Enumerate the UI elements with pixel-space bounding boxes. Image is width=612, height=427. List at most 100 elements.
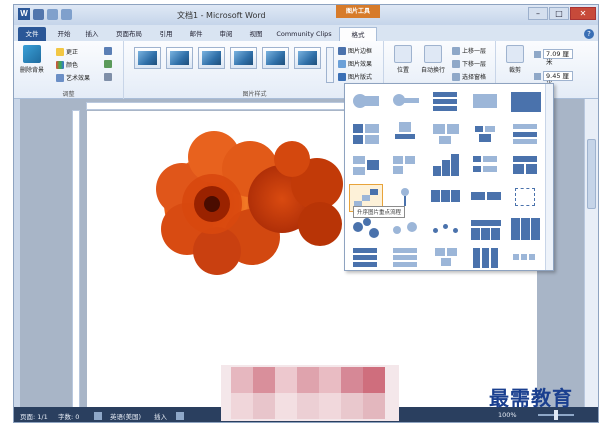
tab-review[interactable]: 审阅 [214, 27, 238, 41]
remove-background-button[interactable]: 删除背景 [17, 45, 47, 74]
vertical-scrollbar[interactable] [584, 99, 598, 411]
selection-pane-button[interactable]: 选择窗格 [452, 72, 486, 81]
language[interactable]: 英语(美国) [110, 411, 141, 421]
crop-label: 裁剪 [508, 67, 521, 74]
tab-mailings[interactable]: 邮件 [184, 27, 208, 41]
layout-option[interactable] [469, 246, 503, 274]
tab-file[interactable]: 文件 [18, 27, 46, 41]
layout-option[interactable] [469, 88, 503, 116]
height-input[interactable]: 7.09 厘米 [543, 49, 573, 66]
undo-icon[interactable] [47, 8, 58, 20]
layout-option[interactable] [349, 120, 383, 148]
corrections-icon [56, 47, 64, 56]
picture-style-thumb[interactable] [198, 47, 225, 69]
macro-icon[interactable] [176, 412, 184, 420]
wrap-text-button[interactable]: 自动换行 [418, 45, 448, 74]
send-backward-button[interactable]: 下移一层 [452, 59, 486, 68]
position-icon [394, 45, 412, 63]
width-field[interactable]: 9.45 厘米 [534, 71, 573, 88]
zoom-slider[interactable] [534, 410, 578, 420]
layout-option[interactable] [349, 246, 383, 274]
save-icon[interactable] [33, 8, 44, 20]
position-button[interactable]: 位置 [388, 45, 418, 74]
tab-view[interactable]: 视图 [244, 27, 268, 41]
bring-forward-icon [452, 46, 460, 55]
wrap-text-label: 自动换行 [420, 67, 445, 74]
zoom-level[interactable]: 100% [498, 411, 517, 419]
scrollbar-thumb[interactable] [587, 139, 596, 209]
layout-option[interactable] [469, 120, 503, 148]
picture-style-thumb[interactable] [134, 47, 161, 69]
layout-option[interactable] [349, 88, 383, 116]
layout-option[interactable] [349, 216, 383, 244]
color-icon [56, 60, 64, 69]
layout-option[interactable] [509, 216, 543, 244]
style-preview-image [138, 51, 157, 65]
picture-style-thumb[interactable] [294, 47, 321, 69]
selection-pane-icon [452, 72, 460, 81]
compress-pictures-button[interactable] [104, 47, 112, 55]
picture-layout-button[interactable]: 图片版式 [338, 72, 372, 81]
layout-option[interactable] [389, 88, 423, 116]
layout-option[interactable] [469, 184, 503, 212]
word-count[interactable]: 字数: 0 [58, 411, 79, 421]
redo-icon[interactable] [61, 8, 72, 20]
picture-layout-gallery[interactable] [344, 83, 554, 271]
reset-picture-button[interactable] [104, 73, 112, 81]
gallery-scrollbar[interactable] [545, 84, 553, 270]
layout-option[interactable] [349, 152, 383, 180]
picture-style-thumb[interactable] [230, 47, 257, 69]
layout-option[interactable] [469, 216, 503, 244]
height-icon [534, 50, 541, 58]
proofing-icon[interactable] [94, 412, 102, 420]
close-button[interactable]: ✕ [570, 7, 596, 20]
help-icon[interactable]: ? [584, 29, 594, 39]
layout-option[interactable] [429, 120, 463, 148]
layout-option[interactable] [389, 216, 423, 244]
layout-option[interactable] [389, 152, 423, 180]
layout-option[interactable] [429, 152, 463, 180]
crop-button[interactable]: 裁剪 [500, 45, 530, 74]
adjust-group: 删除背景 更正 颜色 艺术效果 调整 [14, 41, 124, 99]
insert-mode[interactable]: 插入 [154, 411, 167, 421]
layout-option[interactable] [509, 88, 543, 116]
tab-page-layout[interactable]: 页面布局 [110, 27, 148, 41]
style-preview-image [170, 51, 189, 65]
word-logo-icon[interactable]: W [18, 8, 30, 20]
layout-option[interactable] [429, 184, 463, 212]
picture-effects-label: 图片效果 [348, 61, 373, 68]
styles-gallery-scroll[interactable] [326, 47, 334, 83]
tab-references[interactable]: 引用 [154, 27, 178, 41]
style-preview-image [202, 51, 221, 65]
layout-option[interactable] [429, 216, 463, 244]
layout-option[interactable] [429, 246, 463, 274]
layout-option[interactable] [389, 120, 423, 148]
layout-option[interactable] [509, 246, 543, 274]
layout-option[interactable] [429, 88, 463, 116]
picture-style-thumb[interactable] [262, 47, 289, 69]
layout-option[interactable] [509, 152, 543, 180]
tab-format[interactable]: 格式 [339, 27, 377, 41]
change-picture-button[interactable] [104, 60, 112, 68]
width-input[interactable]: 9.45 厘米 [543, 71, 573, 88]
picture-border-button[interactable]: 图片边框 [338, 46, 372, 55]
quick-access-toolbar: W [18, 8, 72, 20]
flower-picture[interactable] [142, 129, 362, 279]
layout-option[interactable] [509, 120, 543, 148]
corrections-button[interactable]: 更正 [56, 47, 78, 56]
layout-option[interactable] [469, 152, 503, 180]
artistic-effects-button[interactable]: 艺术效果 [56, 73, 90, 82]
tab-insert[interactable]: 插入 [80, 27, 104, 41]
tab-home[interactable]: 开始 [52, 27, 76, 41]
tab-community-clips[interactable]: Community Clips [272, 27, 336, 41]
bring-forward-button[interactable]: 上移一层 [452, 46, 486, 55]
color-button[interactable]: 颜色 [56, 60, 78, 69]
page-count[interactable]: 页面: 1/1 [20, 411, 48, 421]
layout-option[interactable] [389, 246, 423, 274]
minimize-button[interactable]: – [528, 7, 548, 20]
layout-option[interactable] [509, 184, 543, 212]
height-field[interactable]: 7.09 厘米 [534, 49, 573, 66]
picture-style-thumb[interactable] [166, 47, 193, 69]
picture-effects-button[interactable]: 图片效果 [338, 59, 372, 68]
maximize-button[interactable]: □ [549, 7, 569, 20]
